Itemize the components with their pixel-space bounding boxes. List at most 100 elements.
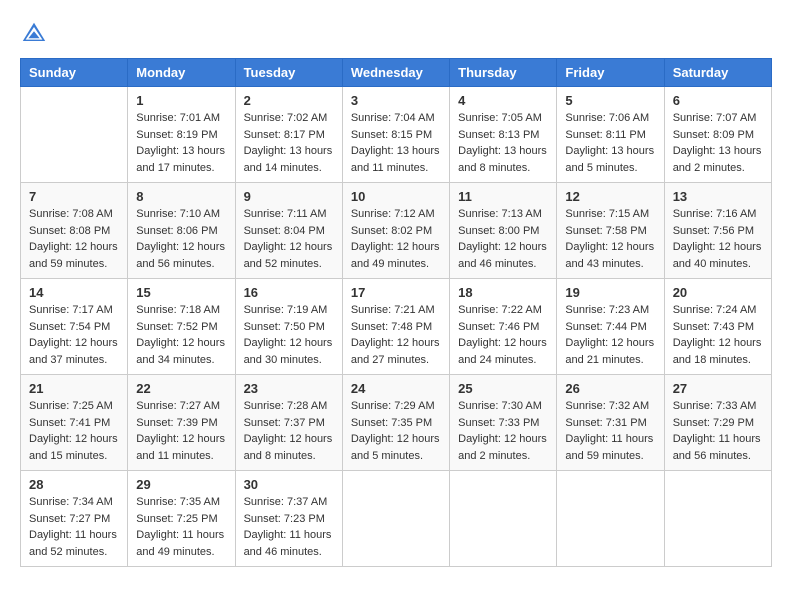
day-info: Sunrise: 7:06 AMSunset: 8:11 PMDaylight:… — [565, 110, 655, 176]
day-info: Sunrise: 7:27 AMSunset: 7:39 PMDaylight:… — [136, 398, 226, 464]
day-info: Sunrise: 7:17 AMSunset: 7:54 PMDaylight:… — [29, 302, 119, 368]
col-header-wednesday: Wednesday — [342, 59, 449, 87]
day-info: Sunrise: 7:10 AMSunset: 8:06 PMDaylight:… — [136, 206, 226, 272]
day-number: 7 — [29, 189, 119, 204]
day-number: 2 — [244, 93, 334, 108]
calendar-cell: 16 Sunrise: 7:19 AMSunset: 7:50 PMDayligh… — [235, 279, 342, 375]
calendar-cell — [342, 471, 449, 567]
day-info: Sunrise: 7:02 AMSunset: 8:17 PMDaylight:… — [244, 110, 334, 176]
day-number: 13 — [673, 189, 763, 204]
day-number: 26 — [565, 381, 655, 396]
day-info: Sunrise: 7:25 AMSunset: 7:41 PMDaylight:… — [29, 398, 119, 464]
day-info: Sunrise: 7:18 AMSunset: 7:52 PMDaylight:… — [136, 302, 226, 368]
calendar-cell: 29 Sunrise: 7:35 AMSunset: 7:25 PMDayligh… — [128, 471, 235, 567]
day-number: 10 — [351, 189, 441, 204]
day-number: 11 — [458, 189, 548, 204]
calendar-cell: 10 Sunrise: 7:12 AMSunset: 8:02 PMDayligh… — [342, 183, 449, 279]
day-number: 28 — [29, 477, 119, 492]
logo — [20, 20, 52, 48]
calendar-cell: 20 Sunrise: 7:24 AMSunset: 7:43 PMDayligh… — [664, 279, 771, 375]
day-info: Sunrise: 7:15 AMSunset: 7:58 PMDaylight:… — [565, 206, 655, 272]
calendar-cell: 25Sunrise: 7:30 AMSunset: 7:33 PMDayligh… — [450, 375, 557, 471]
calendar-cell: 3 Sunrise: 7:04 AMSunset: 8:15 PMDaylight… — [342, 87, 449, 183]
logo-icon — [20, 20, 48, 48]
calendar-cell — [450, 471, 557, 567]
day-info: Sunrise: 7:28 AMSunset: 7:37 PMDaylight:… — [244, 398, 334, 464]
day-info: Sunrise: 7:33 AMSunset: 7:29 PMDaylight:… — [673, 398, 763, 464]
calendar-cell: 2 Sunrise: 7:02 AMSunset: 8:17 PMDaylight… — [235, 87, 342, 183]
day-info: Sunrise: 7:37 AMSunset: 7:23 PMDaylight:… — [244, 494, 334, 560]
week-row-1: 1 Sunrise: 7:01 AMSunset: 8:19 PMDaylight… — [21, 87, 772, 183]
calendar-table: SundayMondayTuesdayWednesdayThursdayFrid… — [20, 58, 772, 567]
header-row: SundayMondayTuesdayWednesdayThursdayFrid… — [21, 59, 772, 87]
day-number: 16 — [244, 285, 334, 300]
calendar-cell: 23 Sunrise: 7:28 AMSunset: 7:37 PMDayligh… — [235, 375, 342, 471]
week-row-4: 21 Sunrise: 7:25 AMSunset: 7:41 PMDayligh… — [21, 375, 772, 471]
day-number: 5 — [565, 93, 655, 108]
calendar-cell — [557, 471, 664, 567]
calendar-cell: 8Sunrise: 7:10 AMSunset: 8:06 PMDaylight… — [128, 183, 235, 279]
calendar-cell: 19 Sunrise: 7:23 AMSunset: 7:44 PMDayligh… — [557, 279, 664, 375]
day-number: 20 — [673, 285, 763, 300]
day-number: 22 — [136, 381, 226, 396]
col-header-monday: Monday — [128, 59, 235, 87]
day-info: Sunrise: 7:16 AMSunset: 7:56 PMDaylight:… — [673, 206, 763, 272]
calendar-cell: 28 Sunrise: 7:34 AMSunset: 7:27 PMDayligh… — [21, 471, 128, 567]
day-info: Sunrise: 7:12 AMSunset: 8:02 PMDaylight:… — [351, 206, 441, 272]
day-number: 15 — [136, 285, 226, 300]
day-info: Sunrise: 7:24 AMSunset: 7:43 PMDaylight:… — [673, 302, 763, 368]
day-info: Sunrise: 7:01 AMSunset: 8:19 PMDaylight:… — [136, 110, 226, 176]
calendar-cell: 6Sunrise: 7:07 AMSunset: 8:09 PMDaylight… — [664, 87, 771, 183]
calendar-cell: 22 Sunrise: 7:27 AMSunset: 7:39 PMDayligh… — [128, 375, 235, 471]
day-number: 9 — [244, 189, 334, 204]
day-number: 23 — [244, 381, 334, 396]
day-number: 27 — [673, 381, 763, 396]
day-info: Sunrise: 7:05 AMSunset: 8:13 PMDaylight:… — [458, 110, 548, 176]
day-number: 1 — [136, 93, 226, 108]
calendar-cell: 4 Sunrise: 7:05 AMSunset: 8:13 PMDaylight… — [450, 87, 557, 183]
calendar-cell: 30Sunrise: 7:37 AMSunset: 7:23 PMDayligh… — [235, 471, 342, 567]
day-info: Sunrise: 7:04 AMSunset: 8:15 PMDaylight:… — [351, 110, 441, 176]
day-info: Sunrise: 7:11 AMSunset: 8:04 PMDaylight:… — [244, 206, 334, 272]
day-number: 12 — [565, 189, 655, 204]
calendar-cell: 9 Sunrise: 7:11 AMSunset: 8:04 PMDaylight… — [235, 183, 342, 279]
day-info: Sunrise: 7:34 AMSunset: 7:27 PMDaylight:… — [29, 494, 119, 560]
col-header-thursday: Thursday — [450, 59, 557, 87]
day-number: 6 — [673, 93, 763, 108]
col-header-tuesday: Tuesday — [235, 59, 342, 87]
day-info: Sunrise: 7:23 AMSunset: 7:44 PMDaylight:… — [565, 302, 655, 368]
day-number: 4 — [458, 93, 548, 108]
day-info: Sunrise: 7:21 AMSunset: 7:48 PMDaylight:… — [351, 302, 441, 368]
week-row-5: 28 Sunrise: 7:34 AMSunset: 7:27 PMDayligh… — [21, 471, 772, 567]
day-number: 21 — [29, 381, 119, 396]
day-info: Sunrise: 7:32 AMSunset: 7:31 PMDaylight:… — [565, 398, 655, 464]
day-number: 19 — [565, 285, 655, 300]
calendar-cell: 5 Sunrise: 7:06 AMSunset: 8:11 PMDaylight… — [557, 87, 664, 183]
calendar-cell: 1 Sunrise: 7:01 AMSunset: 8:19 PMDaylight… — [128, 87, 235, 183]
day-info: Sunrise: 7:30 AMSunset: 7:33 PMDaylight:… — [458, 398, 548, 464]
calendar-cell: 14Sunrise: 7:17 AMSunset: 7:54 PMDayligh… — [21, 279, 128, 375]
day-info: Sunrise: 7:13 AMSunset: 8:00 PMDaylight:… — [458, 206, 548, 272]
calendar-cell: 7 Sunrise: 7:08 AMSunset: 8:08 PMDaylight… — [21, 183, 128, 279]
col-header-saturday: Saturday — [664, 59, 771, 87]
page-header — [20, 20, 772, 48]
calendar-cell — [664, 471, 771, 567]
day-number: 17 — [351, 285, 441, 300]
day-number: 29 — [136, 477, 226, 492]
calendar-cell: 11 Sunrise: 7:13 AMSunset: 8:00 PMDayligh… — [450, 183, 557, 279]
day-number: 24 — [351, 381, 441, 396]
calendar-cell: 17 Sunrise: 7:21 AMSunset: 7:48 PMDayligh… — [342, 279, 449, 375]
calendar-cell: 12 Sunrise: 7:15 AMSunset: 7:58 PMDayligh… — [557, 183, 664, 279]
col-header-sunday: Sunday — [21, 59, 128, 87]
calendar-cell: 27 Sunrise: 7:33 AMSunset: 7:29 PMDayligh… — [664, 375, 771, 471]
calendar-cell: 15 Sunrise: 7:18 AMSunset: 7:52 PMDayligh… — [128, 279, 235, 375]
calendar-cell: 13 Sunrise: 7:16 AMSunset: 7:56 PMDayligh… — [664, 183, 771, 279]
day-info: Sunrise: 7:19 AMSunset: 7:50 PMDaylight:… — [244, 302, 334, 368]
day-info: Sunrise: 7:35 AMSunset: 7:25 PMDaylight:… — [136, 494, 226, 560]
day-info: Sunrise: 7:08 AMSunset: 8:08 PMDaylight:… — [29, 206, 119, 272]
calendar-cell — [21, 87, 128, 183]
day-number: 3 — [351, 93, 441, 108]
calendar-cell: 26 Sunrise: 7:32 AMSunset: 7:31 PMDayligh… — [557, 375, 664, 471]
day-info: Sunrise: 7:29 AMSunset: 7:35 PMDaylight:… — [351, 398, 441, 464]
day-info: Sunrise: 7:22 AMSunset: 7:46 PMDaylight:… — [458, 302, 548, 368]
